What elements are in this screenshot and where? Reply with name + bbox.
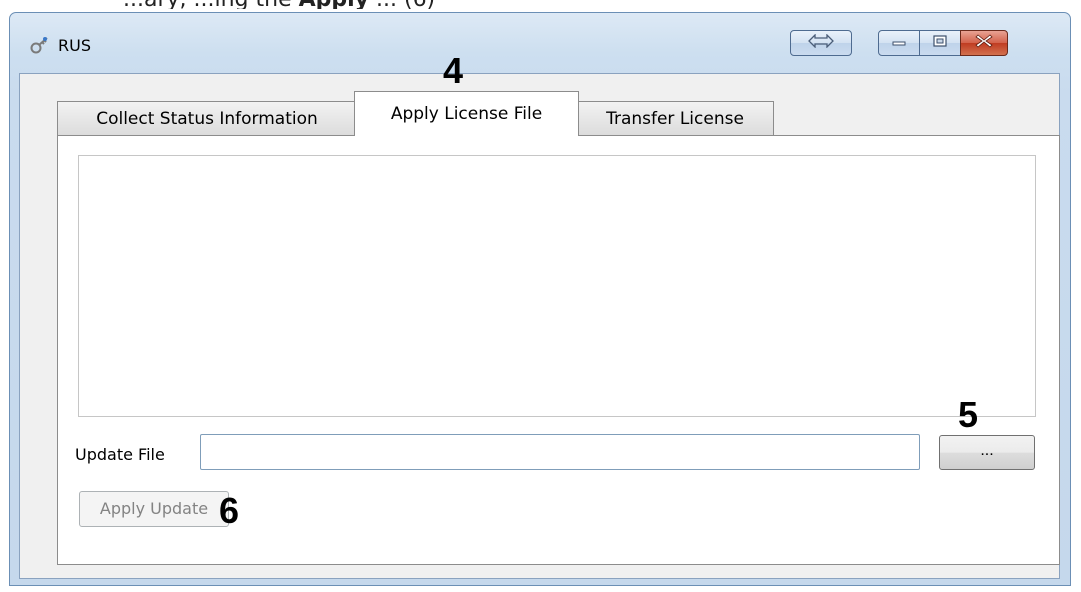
title-bar[interactable]: RUS <box>10 13 1070 63</box>
maximize-button[interactable] <box>919 30 961 56</box>
swap-icon <box>808 32 834 53</box>
tab-transfer-license[interactable]: Transfer License <box>576 101 774 135</box>
close-button[interactable] <box>960 30 1008 56</box>
apply-license-tab-page: Update File ... Apply Update <box>57 135 1060 565</box>
window-title: RUS <box>58 36 91 55</box>
callout-5: 5 <box>958 394 979 435</box>
client-area: Collect Status Information Apply License… <box>19 73 1060 579</box>
browse-button[interactable]: ... <box>939 435 1035 470</box>
minimize-button[interactable] <box>878 30 920 56</box>
update-file-input[interactable] <box>200 434 920 470</box>
instruction-caption: _...ary, ...ing the Apply ... (6) <box>0 0 1081 9</box>
swap-button[interactable] <box>790 30 852 56</box>
minimize-icon <box>891 34 907 52</box>
tab-apply-license-file[interactable]: Apply License File <box>354 91 579 136</box>
rus-window: RUS Collect Status Information Apply Lic… <box>9 12 1071 586</box>
maximize-icon <box>932 34 948 53</box>
license-output-box[interactable] <box>78 155 1036 417</box>
callout-4: 4 <box>443 50 464 91</box>
close-icon <box>975 33 993 53</box>
tab-collect-status-information[interactable]: Collect Status Information <box>57 101 357 135</box>
callout-6: 6 <box>219 490 240 531</box>
key-icon <box>30 35 50 55</box>
apply-update-button[interactable]: Apply Update <box>79 491 229 527</box>
update-file-label: Update File <box>75 445 165 464</box>
